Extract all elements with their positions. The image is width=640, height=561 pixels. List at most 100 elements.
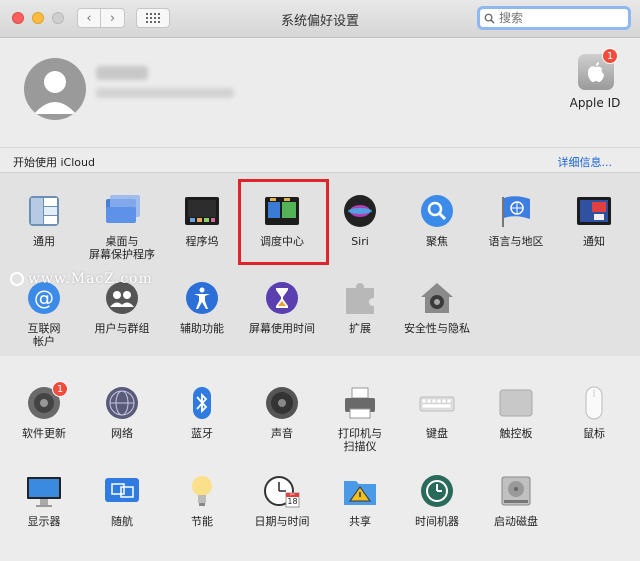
trackpad-icon: [498, 385, 534, 421]
pref-label: 共享: [349, 515, 371, 528]
pref-siri[interactable]: Siri: [320, 193, 400, 248]
pref-label: 桌面与 屏幕保护程序: [89, 235, 155, 261]
puzzle-icon: [342, 280, 378, 316]
details-link[interactable]: 详细信息...: [558, 154, 613, 170]
pref-sidecar[interactable]: 随航: [82, 473, 162, 528]
pref-label: 辅助功能: [180, 322, 224, 335]
pref-language-region[interactable]: 语言与地区: [476, 193, 556, 248]
clock-calendar-icon: JUL 18: [264, 473, 300, 509]
pref-sound[interactable]: 声音: [242, 385, 322, 440]
globe-icon: [104, 385, 140, 421]
pref-label: Siri: [351, 235, 369, 248]
watermark-logo-icon: [10, 272, 24, 286]
pref-printers-scanners[interactable]: 打印机与 扫描仪: [320, 385, 400, 453]
house-lock-icon: [419, 280, 455, 316]
calendar-day: 18: [287, 497, 298, 506]
pref-security-privacy[interactable]: 安全性与隐私: [397, 280, 477, 335]
pref-startup-disk[interactable]: 启动磁盘: [476, 473, 556, 528]
watermark: www.MacZ.com: [10, 271, 153, 287]
pref-software-update[interactable]: 1 软件更新: [4, 381, 84, 440]
spotlight-icon: [419, 193, 455, 229]
printer-icon: [342, 385, 378, 421]
icloud-bar: 开始使用 iCloud 详细信息...: [0, 147, 640, 173]
pref-label: 声音: [271, 427, 293, 440]
pref-label: 调度中心: [260, 235, 304, 248]
notifications-icon: [576, 193, 612, 229]
pref-keyboard[interactable]: 键盘: [397, 385, 477, 440]
pref-label: 打印机与 扫描仪: [338, 427, 382, 453]
pref-spotlight[interactable]: 聚焦: [397, 193, 477, 248]
pref-network[interactable]: 网络: [82, 385, 162, 440]
pref-label: 日期与时间: [254, 515, 310, 528]
pref-label: 键盘: [426, 427, 448, 440]
hard-disk-icon: [498, 473, 534, 509]
pref-label: 随航: [111, 515, 133, 528]
dock-icon: [184, 193, 220, 229]
pref-desktop-screensaver[interactable]: 桌面与 屏幕保护程序: [82, 193, 162, 261]
pref-energy-saver[interactable]: 节能: [162, 473, 242, 528]
mouse-icon: [576, 385, 612, 421]
sidecar-icon: [104, 473, 140, 509]
keyboard-icon: [419, 385, 455, 421]
icloud-prompt: 开始使用 iCloud: [13, 156, 95, 169]
pref-time-machine[interactable]: 时间机器: [397, 473, 477, 528]
search-input[interactable]: [497, 10, 621, 26]
speaker-icon: [264, 385, 300, 421]
bluetooth-icon: [184, 385, 220, 421]
pref-notifications[interactable]: 通知: [554, 193, 634, 248]
pref-label: 节能: [191, 515, 213, 528]
gear-icon: 1: [26, 381, 68, 421]
search-field[interactable]: [477, 6, 631, 30]
pref-label: 触控板: [499, 427, 533, 440]
pref-label: 显示器: [27, 515, 61, 528]
pref-extensions[interactable]: 扩展: [320, 280, 400, 335]
desktop-icon: [104, 193, 140, 229]
pref-internet-accounts[interactable]: @ 互联网 帐户: [4, 280, 84, 348]
pref-general[interactable]: 通用: [4, 193, 84, 248]
pref-label: 时间机器: [415, 515, 459, 528]
pref-label: 屏幕使用时间: [249, 322, 315, 335]
pref-mouse[interactable]: 鼠标: [554, 385, 634, 440]
apple-id-label: Apple ID: [569, 96, 621, 110]
pref-label: 互联网 帐户: [27, 322, 61, 348]
general-icon: [26, 193, 62, 229]
pref-users-groups[interactable]: 用户与群组: [82, 280, 162, 335]
pref-bluetooth[interactable]: 蓝牙: [162, 385, 242, 440]
flag-icon: [498, 193, 534, 229]
avatar[interactable]: [24, 58, 86, 120]
pref-mission-control[interactable]: 调度中心: [242, 193, 322, 248]
display-icon: [26, 473, 62, 509]
pref-sharing[interactable]: 共享: [320, 473, 400, 528]
time-machine-icon: [419, 473, 455, 509]
pref-label: 语言与地区: [488, 235, 544, 248]
pref-date-time[interactable]: JUL 18 日期与时间: [242, 473, 322, 528]
user-silhouette-icon: [34, 71, 76, 114]
pref-label: 安全性与隐私: [404, 322, 470, 335]
software-update-badge: 1: [52, 381, 68, 397]
mission-control-icon: [264, 193, 300, 229]
pref-label: 软件更新: [22, 427, 66, 440]
pref-label: 通知: [583, 235, 605, 248]
hourglass-icon: [264, 280, 300, 316]
watermark-text: www.MacZ.com: [28, 271, 153, 287]
pref-label: 启动磁盘: [494, 515, 538, 528]
sharing-folder-icon: [342, 473, 378, 509]
apple-id-button[interactable]: 1: [578, 48, 618, 90]
pref-label: 通用: [33, 235, 55, 248]
lightbulb-icon: [184, 473, 220, 509]
pref-dock[interactable]: 程序坞: [162, 193, 242, 248]
pref-accessibility[interactable]: 辅助功能: [162, 280, 242, 335]
apple-id-badge: 1: [602, 48, 618, 64]
pref-displays[interactable]: 显示器: [4, 473, 84, 528]
pref-screen-time[interactable]: 屏幕使用时间: [242, 280, 322, 335]
account-email-blurred: [96, 88, 234, 98]
pref-label: 鼠标: [583, 427, 605, 440]
search-icon: [484, 13, 495, 24]
pref-label: 网络: [111, 427, 133, 440]
pref-label: 程序坞: [185, 235, 219, 248]
pref-trackpad[interactable]: 触控板: [476, 385, 556, 440]
account-name-blurred: [96, 66, 148, 80]
pref-label: 聚焦: [426, 235, 448, 248]
siri-icon: [342, 193, 378, 229]
pref-label: 蓝牙: [191, 427, 213, 440]
